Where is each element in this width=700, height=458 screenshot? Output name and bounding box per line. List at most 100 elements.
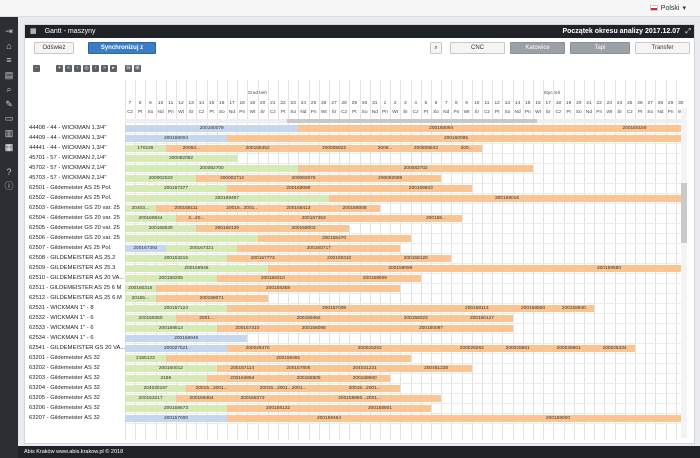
- gantt-task-bar[interactable]: 200451228: [400, 364, 472, 372]
- gantt-task-bar[interactable]: 170236: [125, 144, 166, 152]
- gantt-task-bar[interactable]: 200167377: [125, 184, 227, 192]
- gantt-task-bar[interactable]: 200158505: [278, 374, 340, 382]
- prev-icon[interactable]: ‹: [74, 65, 81, 72]
- settings-icon[interactable]: ⊞: [134, 65, 141, 72]
- gantt-task-bar[interactable]: 200158114: [441, 304, 513, 312]
- gantt-task-bar[interactable]: 200158205: [125, 274, 217, 282]
- gantt-task-bar[interactable]: 200508543: [400, 144, 452, 152]
- wrench-icon[interactable]: ✎: [4, 99, 14, 109]
- gantt-task-bar[interactable]: 200158609: [329, 274, 421, 282]
- gantt-icon[interactable]: ▦: [4, 142, 14, 152]
- gantt-task-bar[interactable]: 200002023: [125, 174, 197, 182]
- transfer-button[interactable]: Transfer: [635, 42, 690, 54]
- gantt-task-bar[interactable]: 200158071: [155, 294, 268, 302]
- gantt-task-bar[interactable]: 200158500: [512, 304, 554, 312]
- gantt-task-bar[interactable]: 200158946: [125, 334, 248, 342]
- gantt-task-bar[interactable]: 200158120: [380, 254, 452, 262]
- info-icon[interactable]: ⓘ: [4, 181, 14, 191]
- sync-production-button[interactable]: Synchronizuj z produkcją: [88, 42, 156, 61]
- cnc-button[interactable]: CNC: [450, 42, 505, 54]
- gantt-task-bar[interactable]: 200159464: [227, 414, 431, 422]
- gantt-task-bar[interactable]: 2001...: [176, 314, 238, 322]
- gantt-task-bar[interactable]: 200158413: [267, 204, 329, 212]
- gantt-task-bar[interactable]: 200157805: [267, 364, 329, 372]
- gantt-task-bar[interactable]: 200158098: [278, 324, 350, 332]
- search-button[interactable]: ⌕: [430, 42, 442, 54]
- gantt-task-bar[interactable]: 200159310: [298, 254, 380, 262]
- gantt-task-bar[interactable]: 200158360: [125, 314, 176, 322]
- gantt-task-bar[interactable]: 200027521: [125, 344, 227, 352]
- gantt-task-bar[interactable]: 200158501: [329, 404, 431, 412]
- gantt-task-bar[interactable]: 2...20...: [176, 214, 217, 222]
- gantt-task-bar[interactable]: 200168844: [125, 214, 176, 222]
- gantt-task-bar[interactable]: [125, 234, 258, 242]
- language-selector[interactable]: Polski ▾: [649, 4, 686, 12]
- gantt-task-bar[interactable]: 20015...2001...: [329, 384, 401, 392]
- today-icon[interactable]: ◎: [83, 65, 90, 72]
- gantt-task-bar[interactable]: 200169016: [329, 194, 685, 202]
- zoom-out-icon[interactable]: −: [33, 65, 40, 72]
- gantt-task-bar[interactable]: 200158673: [125, 404, 227, 412]
- gantt-task-bar[interactable]: 20063...: [165, 144, 217, 152]
- gantt-task-bar[interactable]: 200167321: [165, 244, 238, 252]
- gantt-task-bar[interactable]: 200157000: [125, 414, 227, 422]
- vertical-scrollbar[interactable]: [681, 108, 687, 438]
- gantt-task-bar[interactable]: 2008...: [369, 144, 401, 152]
- expand-all-icon[interactable]: ▸: [110, 65, 117, 72]
- gantt-task-bar[interactable]: 200159462: [237, 314, 380, 322]
- gantt-task-bar[interactable]: 200160316: [125, 284, 156, 292]
- home-icon[interactable]: ⌂: [4, 41, 14, 51]
- gantt-task-bar[interactable]: 200157310: [216, 324, 278, 332]
- vertical-scroll-thumb[interactable]: [681, 183, 687, 243]
- gantt-task-bar[interactable]: 20015...2001...: [186, 384, 238, 392]
- gantt-task-bar[interactable]: 200153217: [125, 394, 176, 402]
- gantt-task-bar[interactable]: 200082082: [125, 154, 238, 162]
- gantt-task-bar[interactable]: 200158132: [227, 404, 329, 412]
- gantt-task-bar[interactable]: 200160159: [584, 124, 685, 132]
- gantt-task-bar[interactable]: 200167392: [125, 244, 166, 252]
- gantt-task-bar[interactable]: 200167353: [216, 214, 411, 222]
- gantt-task-bar[interactable]: 200169089: [227, 184, 370, 192]
- gantt-task-bar[interactable]: 200158358: [155, 284, 401, 292]
- gantt-task-bar[interactable]: 200157773: [227, 254, 299, 262]
- gantt-task-bar[interactable]: 200082702: [298, 164, 533, 172]
- gantt-task-bar[interactable]: 200156470: [257, 234, 411, 242]
- last-icon[interactable]: »: [101, 65, 108, 72]
- gantt-task-bar[interactable]: 200158452: [216, 144, 299, 152]
- gantt-task-bar[interactable]: 200158099: [267, 264, 533, 272]
- gantt-task-bar[interactable]: 200082700: [125, 164, 299, 172]
- refresh-button[interactable]: Odśwież: [34, 42, 74, 54]
- gantt-task-bar[interactable]: 200160717: [237, 244, 401, 252]
- gantt-task-bar[interactable]: 200159000: [431, 414, 685, 422]
- gantt-task-bar[interactable]: 200...: [451, 144, 482, 152]
- gantt-task-bar[interactable]: 200002712: [196, 174, 268, 182]
- gantt-task-bar[interactable]: 200028262: [451, 344, 493, 352]
- list-icon[interactable]: ≡: [4, 55, 14, 65]
- collapse-all-icon[interactable]: ⊟: [125, 65, 132, 72]
- gantt-task-bar[interactable]: 200028470: [227, 344, 289, 352]
- gantt-task-bar[interactable]: 200026601: [543, 344, 595, 352]
- gantt-task-bar[interactable]: 200158860...2001...: [278, 394, 442, 402]
- gantt-task-bar[interactable]: 200157124: [125, 304, 227, 312]
- gantt-task-bar[interactable]: 200159580: [533, 264, 685, 272]
- gantt-task-bar[interactable]: 200159310: [216, 274, 329, 282]
- search-icon[interactable]: ⌕: [4, 84, 14, 94]
- monitor-icon[interactable]: ▭: [4, 113, 14, 123]
- gantt-task-bar[interactable]: 200160095: [227, 134, 685, 142]
- gantt-task-bar[interactable]: 20403...: [125, 204, 156, 212]
- gantt-task-bar[interactable]: 200158003: [257, 224, 350, 232]
- gantt-task-bar[interactable]: 200169503: [369, 184, 472, 192]
- first-icon[interactable]: «: [65, 65, 72, 72]
- gantt-task-bar[interactable]: 200164864: [206, 374, 278, 382]
- gantt-task-bar[interactable]: 200157008: [227, 304, 442, 312]
- gantt-task-bar[interactable]: 200159513: [125, 324, 217, 332]
- help-icon[interactable]: ?: [4, 167, 14, 177]
- gantt-task-bar[interactable]: 200026202: [288, 344, 452, 352]
- gantt-task-bar[interactable]: 200158491: [165, 354, 411, 362]
- gantt-task-bar[interactable]: 204031231: [329, 364, 401, 372]
- gantt-task-bar[interactable]: 200158946: [125, 264, 268, 272]
- gantt-task-bar[interactable]: 20015...2001...2001...: [237, 384, 329, 392]
- gantt-task-bar[interactable]: 200158660: [339, 374, 391, 382]
- gantt-task-bar[interactable]: 200028861: [492, 344, 544, 352]
- gantt-task-bar[interactable]: 200158111: [155, 204, 217, 212]
